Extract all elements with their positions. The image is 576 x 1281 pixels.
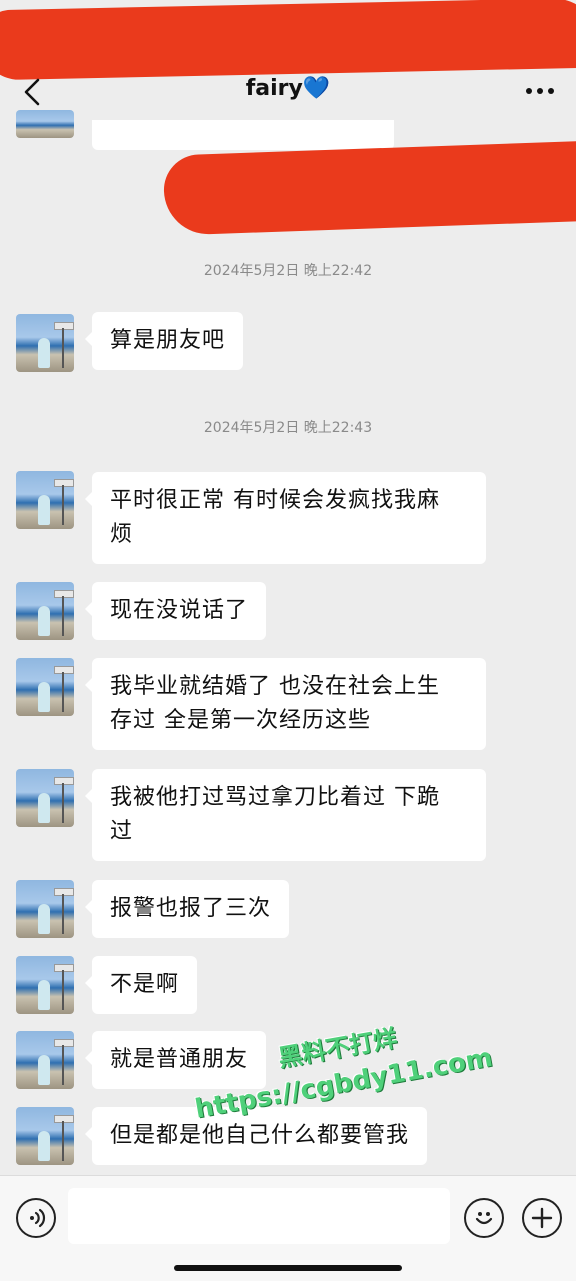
add-button[interactable] [522, 1198, 562, 1238]
message-bubble[interactable]: 不是啊 [84, 956, 198, 1014]
message-bubble[interactable]: 算是朋友吧 [84, 312, 244, 370]
message-text: 平时很正常 有时候会发疯找我麻 [110, 488, 440, 513]
timestamp: 2024年5月2日 晚上22:43 [203, 420, 373, 436]
avatar[interactable] [16, 880, 74, 938]
message-bubble[interactable]: 报警也报了三次 [84, 880, 290, 938]
avatar[interactable] [16, 956, 74, 1014]
message-text: 存过 全是第一次经历这些 [110, 708, 371, 733]
message-text: 我被他打过骂过拿刀比着过 下跪 [110, 785, 440, 810]
message-text: 但是都是他自己什么都要管我 [110, 1123, 410, 1148]
avatar[interactable] [16, 1031, 74, 1089]
avatar[interactable] [16, 1107, 74, 1165]
message-input[interactable] [68, 1188, 450, 1244]
avatar[interactable] [16, 582, 74, 640]
message-text: 算是朋友吧 [110, 328, 226, 353]
message-list[interactable]: 2024年5月2日 晚上22:42 算是朋友吧 2024年5月2日 晚上22:4… [0, 110, 576, 1175]
emoji-button[interactable] [464, 1198, 504, 1238]
plus-icon [531, 1207, 553, 1229]
message-text: 过 [110, 819, 134, 844]
avatar[interactable] [16, 110, 74, 138]
message-bubble[interactable]: 我毕业就结婚了 也没在社会上生 存过 全是第一次经历这些 [85, 658, 486, 750]
avatar[interactable] [16, 471, 74, 529]
voice-icon [30, 1208, 46, 1228]
status-bar [0, 0, 576, 81]
message-text: 烦 [110, 522, 134, 547]
message-text: 不是啊 [110, 972, 180, 997]
chat-title: fairy💙 [245, 76, 331, 101]
message-text: 现在没说话了 [110, 598, 249, 623]
avatar[interactable] [16, 769, 74, 827]
more-dots-icon [526, 88, 554, 94]
message-bubble[interactable]: 我被他打过骂过拿刀比着过 下跪 过 [85, 769, 486, 861]
message-text: 报警也报了三次 [110, 896, 272, 921]
message-text: 我毕业就结婚了 也没在社会上生 [110, 674, 440, 699]
more-button[interactable] [520, 76, 560, 106]
avatar[interactable] [16, 314, 74, 372]
redaction-mark [162, 140, 576, 236]
home-indicator [174, 1265, 402, 1271]
voice-button[interactable] [16, 1198, 56, 1238]
message-bubble[interactable]: 现在没说话了 [84, 582, 267, 640]
smiley-icon [475, 1212, 493, 1225]
avatar[interactable] [16, 658, 74, 716]
message-bubble[interactable] [92, 120, 394, 150]
message-bubble[interactable]: 平时很正常 有时候会发疯找我麻 烦 [85, 472, 486, 564]
timestamp: 2024年5月2日 晚上22:42 [203, 263, 373, 279]
